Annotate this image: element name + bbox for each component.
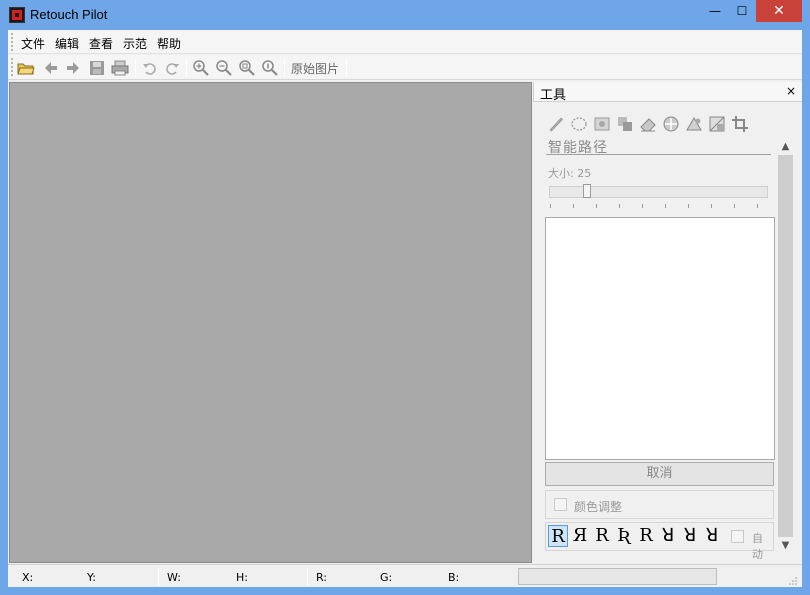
target-icon[interactable]: [662, 115, 680, 133]
app-window: Retouch Pilot — ☐ ✕ 文件 编辑 查看 示范 帮助 原始图片 …: [0, 0, 810, 595]
menu-help[interactable]: 帮助: [157, 35, 181, 52]
status-x: X:: [22, 571, 34, 584]
toolbar-separator: [186, 59, 187, 77]
slider-tick: [596, 204, 597, 208]
tools-panel-title: 工具: [540, 88, 567, 103]
layer-icon[interactable]: [708, 115, 726, 133]
status-r: R:: [316, 571, 328, 584]
scroll-up-icon[interactable]: ▲: [777, 138, 794, 155]
toolbar-separator: [346, 59, 347, 77]
orientation-option[interactable]: ꓤ: [702, 525, 722, 547]
status-h: H:: [236, 571, 248, 584]
redo-icon[interactable]: [162, 58, 182, 78]
menu-view[interactable]: 查看: [89, 35, 113, 52]
auto-checkbox[interactable]: [731, 530, 744, 543]
orientation-option[interactable]: R: [592, 525, 612, 547]
tools-panel-scrollbar[interactable]: ▲ ▼: [777, 138, 794, 554]
slider-tick: [757, 204, 758, 208]
orientation-option[interactable]: ꓤ: [658, 525, 678, 547]
status-progress-bar: [518, 568, 717, 585]
back-arrow-icon[interactable]: [41, 58, 61, 78]
resize-grip-icon[interactable]: [788, 575, 798, 585]
slider-tick: [642, 204, 643, 208]
forward-arrow-icon[interactable]: [63, 58, 83, 78]
status-w: W:: [167, 571, 181, 584]
status-y: Y:: [87, 571, 96, 584]
eraser-icon[interactable]: [639, 115, 657, 133]
save-icon[interactable]: [87, 58, 107, 78]
orientation-option[interactable]: R: [636, 525, 656, 547]
brush-size-slider-track[interactable]: [549, 186, 768, 198]
cancel-button[interactable]: 取消: [545, 462, 774, 486]
slider-tick: [550, 204, 551, 208]
print-icon[interactable]: [110, 58, 130, 78]
stamp-icon[interactable]: [593, 115, 611, 133]
patch-icon[interactable]: [616, 115, 634, 133]
status-separator: [158, 568, 159, 586]
zoom-actual-icon[interactable]: [260, 58, 280, 78]
image-canvas[interactable]: [9, 82, 532, 563]
menu-demo[interactable]: 示范: [123, 35, 147, 52]
slider-tick: [665, 204, 666, 208]
maximize-button[interactable]: ☐: [727, 0, 757, 22]
triangle-ruler-icon[interactable]: [685, 115, 703, 133]
orientation-option[interactable]: R: [548, 525, 568, 547]
client-area: 文件 编辑 查看 示范 帮助 原始图片 工具 × 智能路径 大小: 25 取消 …: [8, 30, 802, 587]
slider-tick: [619, 204, 620, 208]
brush-size-label: 大小: 25: [548, 167, 592, 180]
status-g: G:: [380, 571, 393, 584]
window-title: Retouch Pilot: [30, 7, 108, 22]
tools-panel: 工具 × 智能路径 大小: 25 取消 颜色调整 R Я R Ʀ R ꓤ ꓤ ꓤ…: [533, 82, 802, 563]
open-icon[interactable]: [16, 58, 36, 78]
lasso-icon[interactable]: [570, 115, 588, 133]
tool-name-divider: [546, 154, 771, 155]
original-image-button[interactable]: 原始图片: [291, 60, 339, 77]
tools-panel-close-icon[interactable]: ×: [786, 84, 796, 98]
zoom-out-icon[interactable]: [214, 58, 234, 78]
menu-file[interactable]: 文件: [21, 35, 45, 52]
toolbar-separator: [284, 59, 285, 77]
orientation-option[interactable]: ꓤ: [680, 525, 700, 547]
slider-tick: [688, 204, 689, 208]
undo-icon[interactable]: [140, 58, 160, 78]
menu-grip[interactable]: [11, 33, 14, 51]
zoom-in-icon[interactable]: [191, 58, 211, 78]
brush-size-slider-thumb[interactable]: [583, 184, 591, 198]
slider-tick: [573, 204, 574, 208]
tool-icons-row: [547, 115, 752, 133]
orientation-option[interactable]: Ʀ: [614, 525, 634, 547]
toolbar: 原始图片: [8, 55, 802, 80]
scroll-down-icon[interactable]: ▼: [777, 537, 794, 554]
menu-edit[interactable]: 编辑: [55, 35, 79, 52]
title-bar[interactable]: Retouch Pilot — ☐ ✕: [0, 0, 810, 30]
orientation-option[interactable]: Я: [570, 525, 590, 547]
menu-bar: 文件 编辑 查看 示范 帮助: [8, 30, 802, 54]
app-logo-icon: [9, 7, 25, 23]
color-adjust-label: 颜色调整: [574, 500, 623, 514]
pencil-icon[interactable]: [547, 115, 565, 133]
status-bar: X: Y: W: H: R: G: B:: [8, 564, 802, 587]
crop-icon[interactable]: [731, 115, 749, 133]
toolbar-separator: [135, 59, 136, 77]
auto-label: 自动: [752, 532, 763, 561]
status-separator: [307, 568, 308, 586]
minimize-button[interactable]: —: [700, 0, 730, 22]
zoom-fit-icon[interactable]: [237, 58, 257, 78]
close-button[interactable]: ✕: [756, 0, 802, 22]
tools-panel-header: 工具 ×: [533, 82, 802, 103]
slider-tick: [711, 204, 712, 208]
toolbar-grip[interactable]: [11, 58, 14, 76]
slider-tick: [734, 204, 735, 208]
scroll-thumb[interactable]: [778, 155, 793, 537]
color-adjust-group: 颜色调整: [545, 490, 774, 519]
orientation-group: R Я R Ʀ R ꓤ ꓤ ꓤ 自动: [545, 522, 774, 561]
tool-options-list[interactable]: [545, 217, 775, 460]
status-b: B:: [448, 571, 460, 584]
color-adjust-checkbox[interactable]: [554, 498, 567, 511]
